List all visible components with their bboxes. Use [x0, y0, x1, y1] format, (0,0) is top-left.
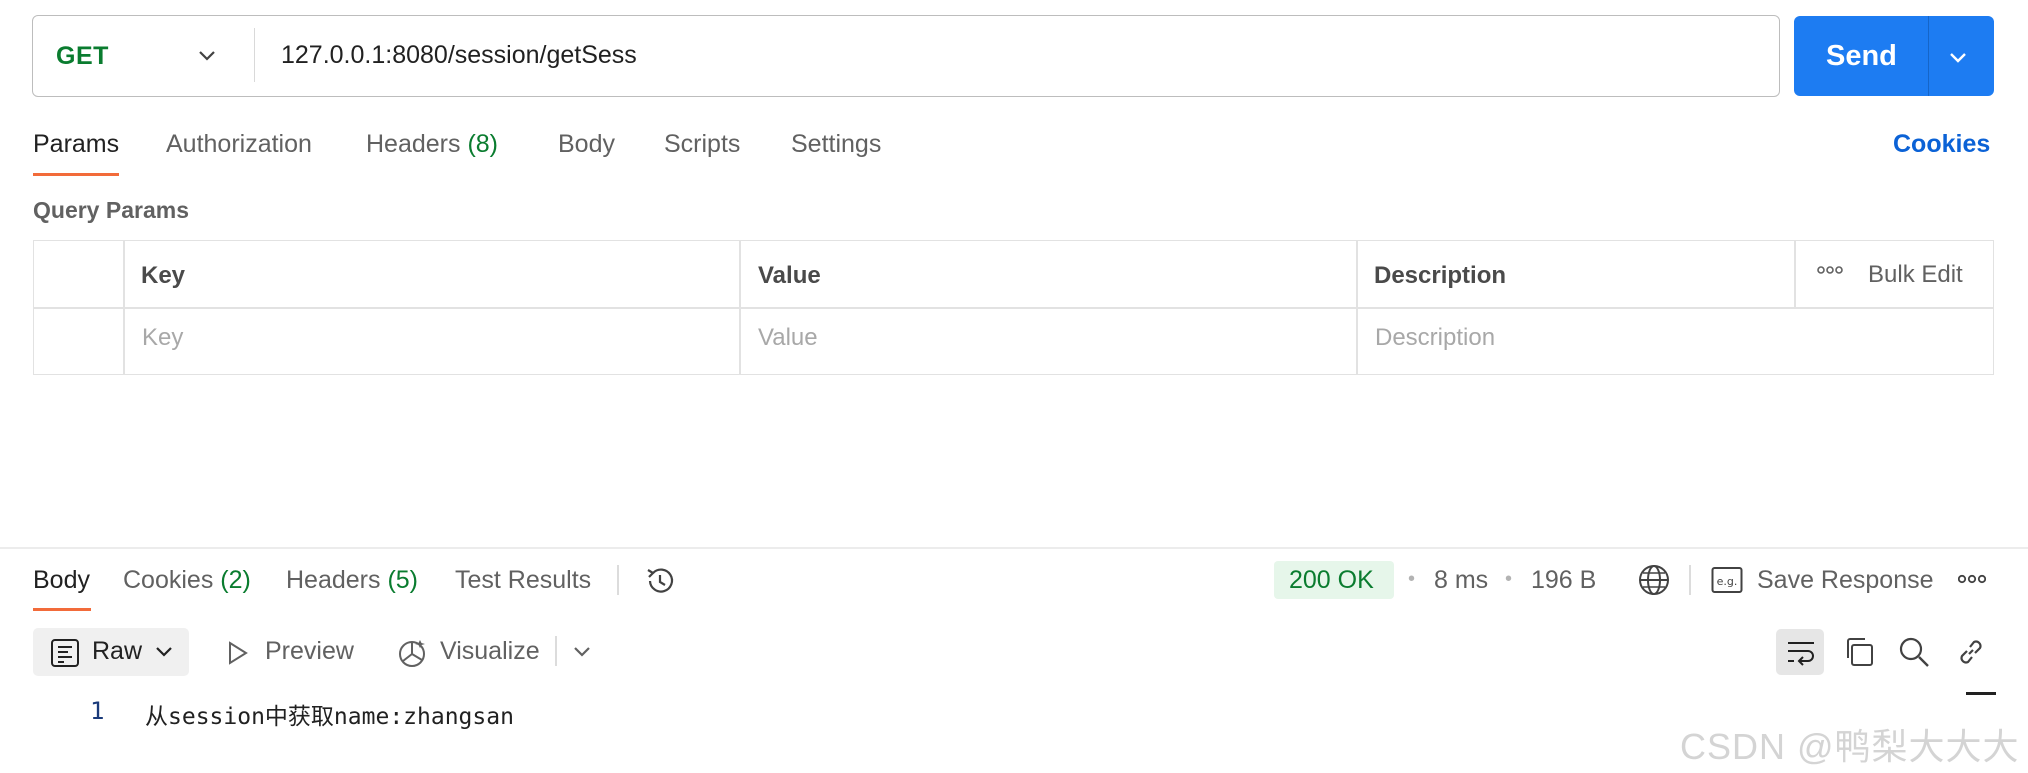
chevron-down-icon[interactable]	[572, 643, 592, 661]
table-row-divider	[33, 307, 1994, 309]
tab-label: Headers	[286, 566, 381, 594]
history-icon[interactable]	[643, 564, 677, 598]
method-select[interactable]: GET	[56, 42, 109, 71]
scrollbar-thumb[interactable]	[1966, 692, 1996, 695]
tab-count: (8)	[467, 130, 499, 158]
tab-label: Authorization	[166, 130, 312, 158]
tab-params[interactable]: Params	[33, 130, 119, 159]
url-divider	[254, 28, 255, 82]
response-panel-divider[interactable]	[0, 547, 2028, 549]
tab-label: Test Results	[455, 566, 592, 594]
visualize-icon	[395, 636, 429, 670]
value-input[interactable]: Value	[758, 324, 818, 352]
separator-dot: •	[1408, 568, 1416, 590]
tab-body[interactable]: Body	[558, 130, 615, 159]
response-size[interactable]: 196 B	[1531, 566, 1596, 595]
status-code: 200 OK	[1289, 566, 1374, 594]
column-header-key: Key	[141, 262, 186, 289]
key-input[interactable]: Key	[142, 324, 183, 352]
tab-authorization[interactable]: Authorization	[166, 130, 312, 159]
response-tab-cookies[interactable]: Cookies (2)	[123, 566, 251, 595]
column-header-value: Value	[758, 262, 821, 289]
tab-label: Body	[33, 566, 90, 594]
preview-button[interactable]: Preview	[265, 637, 354, 666]
tab-settings[interactable]: Settings	[791, 130, 881, 159]
toolbar-divider	[1689, 565, 1691, 595]
globe-icon[interactable]	[1637, 563, 1671, 597]
bulk-edit-button[interactable]: Bulk Edit	[1868, 261, 1963, 289]
response-tab-test-results[interactable]: Test Results	[455, 566, 591, 595]
tab-label: Cookies	[123, 566, 214, 594]
tab-label: Params	[33, 130, 120, 158]
active-tab-indicator	[33, 608, 91, 611]
url-input[interactable]: 127.0.0.1:8080/session/getSess	[281, 41, 637, 70]
format-label: Raw	[92, 637, 143, 665]
send-divider	[1928, 16, 1929, 96]
tab-label: Settings	[791, 130, 882, 158]
column-header-description: Description	[1374, 262, 1507, 289]
save-response-button[interactable]: Save Response	[1757, 566, 1934, 595]
tab-label: Scripts	[664, 130, 741, 158]
send-button[interactable]: Send	[1794, 16, 1994, 96]
chevron-down-icon[interactable]	[196, 44, 218, 66]
svg-text:e.g.: e.g.	[1717, 575, 1738, 588]
chevron-down-icon[interactable]	[1946, 46, 1970, 68]
visualize-button[interactable]: Visualize	[440, 637, 540, 666]
raw-doc-icon	[50, 638, 80, 668]
response-body-line[interactable]: 从session中获取name:zhangsan	[145, 697, 514, 731]
save-response-icon[interactable]: e.g.	[1711, 566, 1743, 594]
wrap-lines-icon	[1786, 638, 1816, 666]
tab-count: (2)	[220, 566, 251, 594]
cookies-link[interactable]: Cookies	[1893, 130, 1990, 159]
separator-dot: •	[1505, 568, 1513, 590]
description-input[interactable]: Description	[1375, 324, 1495, 352]
column-divider	[1794, 240, 1796, 308]
column-divider	[739, 240, 741, 375]
toolbar-divider	[555, 636, 557, 666]
toolbar-divider	[617, 565, 619, 595]
column-divider	[123, 240, 125, 375]
chevron-down-icon[interactable]	[154, 643, 174, 661]
response-time[interactable]: 8 ms	[1434, 566, 1488, 595]
link-icon[interactable]	[1955, 636, 1987, 668]
tab-scripts[interactable]: Scripts	[664, 130, 740, 159]
tab-label: Body	[558, 130, 615, 158]
send-label: Send	[1826, 40, 1897, 72]
response-tab-body[interactable]: Body	[33, 566, 90, 595]
response-tab-headers[interactable]: Headers (5)	[286, 566, 418, 595]
active-tab-indicator	[33, 173, 119, 176]
search-icon[interactable]	[1898, 636, 1930, 668]
play-icon	[226, 640, 250, 666]
tab-headers[interactable]: Headers (8)	[366, 130, 498, 159]
more-icon[interactable]	[1817, 264, 1843, 276]
line-number: 1	[90, 697, 105, 725]
query-params-title: Query Params	[33, 197, 189, 223]
column-divider	[1356, 240, 1358, 375]
copy-icon[interactable]	[1843, 636, 1875, 668]
more-icon[interactable]	[1958, 573, 1986, 585]
tab-count: (5)	[387, 566, 419, 594]
tab-label: Headers	[366, 130, 461, 158]
watermark: CSDN @鸭梨大大大	[1680, 726, 2020, 767]
